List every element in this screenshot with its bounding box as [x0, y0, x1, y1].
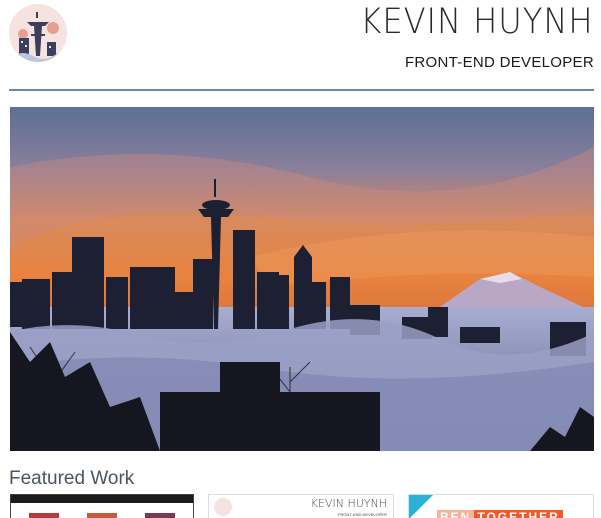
- thumbnail-tile: [87, 513, 117, 518]
- site-header: KEVIN HUYNH FRONT-END DEVELOPER: [0, 0, 601, 91]
- space-needle-icon: [214, 498, 232, 516]
- thumbnail-tile: [29, 513, 59, 518]
- thumbnail-wordmark: BEN TOGETHER: [437, 509, 563, 518]
- space-needle-icon: [9, 12, 67, 62]
- wordmark-part-1: BEN: [437, 510, 475, 518]
- wordmark-part-2: TOGETHER: [474, 510, 563, 518]
- thumbnail-tile: [145, 513, 175, 518]
- site-name: KEVIN HUYNH: [359, 2, 593, 42]
- thumbnail-topbar: [11, 495, 193, 503]
- thumbnail-role: FRONT-END DEVELOPER: [338, 512, 387, 517]
- logo[interactable]: [9, 4, 67, 62]
- hero-image: [10, 107, 594, 451]
- site-role: FRONT-END DEVELOPER: [404, 54, 594, 71]
- header-divider: [9, 89, 594, 91]
- thumbnail-name: KEVIN HUYNH: [310, 497, 387, 510]
- triangle-icon: [409, 495, 433, 518]
- featured-work-heading: Featured Work: [9, 468, 135, 489]
- project-thumbnail-3[interactable]: BEN TOGETHER: [408, 494, 594, 518]
- seattle-skyline-photo: [10, 107, 594, 451]
- project-thumbnail-1[interactable]: [10, 494, 194, 518]
- project-thumbnail-2[interactable]: KEVIN HUYNH FRONT-END DEVELOPER: [208, 494, 394, 518]
